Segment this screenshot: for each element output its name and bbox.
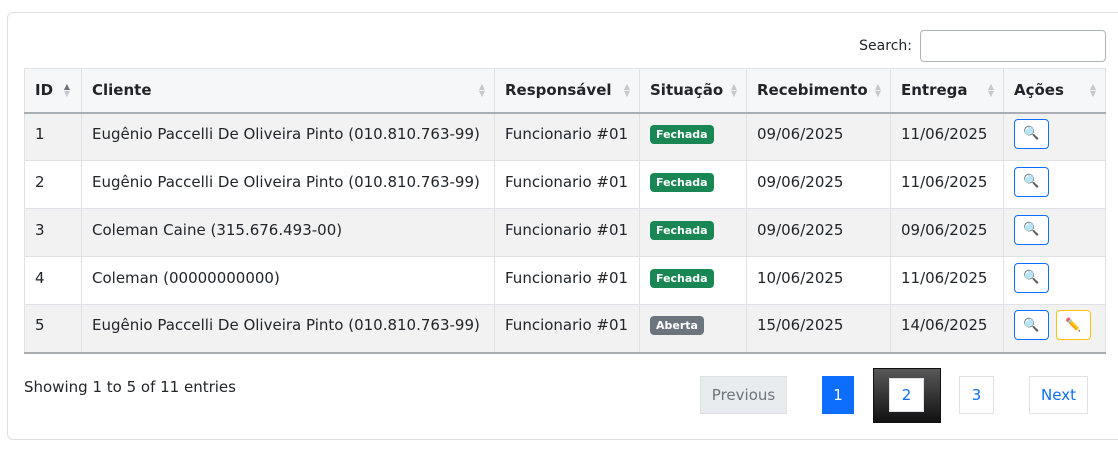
orders-table: ID ▲ ▼ Cliente ▲ ▼ Responsável ▲ ▼ Situação…: [24, 68, 1106, 354]
cell-situacao: Fechada: [639, 208, 747, 257]
view-button[interactable]: 🔍: [1014, 310, 1049, 341]
page-button-2[interactable]: 2: [889, 378, 924, 412]
sort-arrows-icon: ▲ ▼: [623, 82, 630, 99]
table-row: 4 Coleman (00000000000) Funcionario #01 …: [24, 256, 1106, 305]
magnifier-icon: 🔍: [1023, 126, 1040, 142]
cell-recebimento: 10/06/2025: [746, 256, 891, 305]
cell-cliente: Coleman (00000000000): [81, 256, 495, 305]
cell-situacao: Fechada: [639, 160, 747, 209]
column-header-situacao[interactable]: Situação ▲ ▼: [639, 68, 747, 114]
cell-id: 1: [24, 112, 82, 161]
magnifier-icon: 🔍: [1023, 222, 1040, 237]
column-header-label: Entrega: [901, 81, 968, 100]
view-button[interactable]: 🔍: [1014, 262, 1049, 293]
cell-entrega: 14/06/2025: [890, 304, 1004, 354]
column-header-label: Recebimento: [757, 81, 868, 100]
status-badge: Fechada: [650, 220, 714, 240]
pencil-icon: ✏️: [1065, 317, 1082, 333]
sort-arrows-icon: ▲ ▼: [63, 82, 70, 99]
view-button[interactable]: 🔍: [1014, 214, 1049, 245]
cell-responsavel: Funcionario #01: [494, 208, 640, 257]
column-header-responsavel[interactable]: Responsável ▲ ▼: [494, 68, 640, 114]
cell-id: 2: [24, 160, 82, 209]
status-badge: Fechada: [650, 268, 714, 288]
magnifier-icon: 🔍: [1023, 270, 1040, 285]
cell-id: 5: [24, 304, 82, 354]
sort-arrows-icon: ▲ ▼: [987, 82, 994, 99]
table-row: 3 Coleman Caine (315.676.493-00) Funcion…: [24, 208, 1106, 257]
search-row: Search:: [859, 30, 1106, 62]
sort-arrows-icon: ▲ ▼: [874, 82, 881, 99]
table-row: 2 Eugênio Paccelli De Oliveira Pinto (01…: [24, 160, 1106, 209]
cell-responsavel: Funcionario #01: [494, 160, 640, 209]
sort-arrows-icon: ▲ ▼: [478, 82, 485, 99]
cell-recebimento: 09/06/2025: [746, 208, 891, 257]
cell-acoes: 🔍 ✏️: [1003, 304, 1106, 354]
cell-cliente: Coleman Caine (315.676.493-00): [81, 208, 495, 257]
sort-arrows-icon: ▲ ▼: [730, 82, 737, 99]
cell-cliente: Eugênio Paccelli De Oliveira Pinto (010.…: [81, 160, 495, 209]
sort-arrows-icon: ▲ ▼: [1089, 82, 1096, 99]
cell-id: 4: [24, 256, 82, 305]
column-header-cliente[interactable]: Cliente ▲ ▼: [81, 68, 495, 114]
cell-acoes: 🔍: [1003, 256, 1106, 305]
search-input[interactable]: [920, 30, 1106, 62]
cell-acoes: 🔍: [1003, 112, 1106, 161]
column-header-label: Cliente: [92, 81, 152, 100]
table-header-row: ID ▲ ▼ Cliente ▲ ▼ Responsável ▲ ▼ Situação…: [24, 68, 1106, 114]
cell-cliente: Eugênio Paccelli De Oliveira Pinto (010.…: [81, 112, 495, 161]
column-header-label: Responsável: [505, 81, 612, 100]
column-header-label: ID: [35, 81, 54, 100]
cell-entrega: 11/06/2025: [890, 112, 1004, 161]
previous-button[interactable]: Previous: [700, 376, 787, 414]
page-button-1[interactable]: 1: [822, 376, 854, 414]
column-header-entrega[interactable]: Entrega ▲ ▼: [890, 68, 1004, 114]
cell-situacao: Fechada: [639, 256, 747, 305]
edit-button[interactable]: ✏️: [1055, 310, 1091, 341]
cell-entrega: 09/06/2025: [890, 208, 1004, 257]
cell-id: 3: [24, 208, 82, 257]
column-header-acoes[interactable]: Ações ▲ ▼: [1003, 68, 1106, 114]
cell-situacao: Fechada: [639, 112, 747, 161]
cell-acoes: 🔍: [1003, 160, 1106, 209]
cell-recebimento: 15/06/2025: [746, 304, 891, 354]
table-row: 1 Eugênio Paccelli De Oliveira Pinto (01…: [24, 112, 1106, 161]
status-badge: Aberta: [650, 316, 704, 336]
status-badge: Fechada: [650, 124, 714, 144]
column-header-id[interactable]: ID ▲ ▼: [24, 68, 82, 114]
column-header-label: Ações: [1014, 81, 1064, 100]
table-info: Showing 1 to 5 of 11 entries: [24, 378, 236, 396]
column-header-recebimento[interactable]: Recebimento ▲ ▼: [746, 68, 891, 114]
cell-recebimento: 09/06/2025: [746, 160, 891, 209]
cell-acoes: 🔍: [1003, 208, 1106, 257]
cell-entrega: 11/06/2025: [890, 160, 1004, 209]
table-row: 5 Eugênio Paccelli De Oliveira Pinto (01…: [24, 304, 1106, 354]
status-badge: Fechada: [650, 172, 714, 192]
magnifier-icon: 🔍: [1023, 174, 1040, 189]
page-button-3[interactable]: 3: [959, 376, 994, 414]
magnifier-icon: 🔍: [1023, 317, 1040, 333]
cell-recebimento: 09/06/2025: [746, 112, 891, 161]
cell-responsavel: Funcionario #01: [494, 256, 640, 305]
view-button[interactable]: 🔍: [1014, 118, 1049, 149]
search-label: Search:: [859, 38, 912, 54]
column-header-label: Situação: [650, 81, 724, 100]
cell-responsavel: Funcionario #01: [494, 112, 640, 161]
view-button[interactable]: 🔍: [1014, 166, 1049, 197]
cell-entrega: 11/06/2025: [890, 256, 1004, 305]
cell-situacao: Aberta: [639, 304, 747, 354]
next-button[interactable]: Next: [1029, 376, 1088, 414]
cell-cliente: Eugênio Paccelli De Oliveira Pinto (010.…: [81, 304, 495, 354]
cell-responsavel: Funcionario #01: [494, 304, 640, 354]
